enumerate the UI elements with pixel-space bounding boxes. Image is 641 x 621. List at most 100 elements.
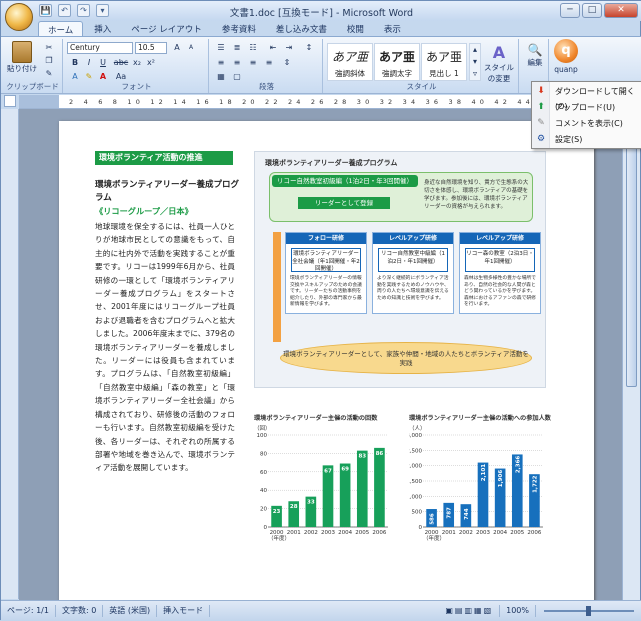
change-styles-button[interactable]: A スタイルの変更 (483, 43, 515, 84)
y-tick-label: 2,500 (409, 448, 422, 454)
tab-selector-icon[interactable] (4, 95, 16, 107)
italic-button[interactable]: I (83, 57, 95, 68)
vertical-scroll-thumb[interactable] (626, 117, 637, 387)
subscript-button[interactable]: x₂ (131, 57, 143, 68)
zoom-level[interactable]: 100% (500, 605, 536, 617)
align-center-icon[interactable]: ≡ (231, 57, 243, 68)
style-emphasis-italic[interactable]: あア亜 強調斜体 (327, 43, 373, 81)
close-button[interactable]: ✕ (604, 3, 638, 18)
diagram-title: 環境ボランティアリーダー養成プログラム (265, 159, 398, 167)
bar-value-label: 67 (324, 468, 332, 474)
align-right-icon[interactable]: ≡ (247, 57, 259, 68)
window-title: 文書1.doc [互換モード] - Microsoft Word (229, 8, 414, 19)
copy-icon[interactable]: ❐ (43, 55, 55, 66)
diagram-top-box: リコー自然教室初級編（1泊2日・年3回開催） リーダーとして登録 身近な自然環境… (269, 172, 533, 222)
edit-label: 編集 (527, 58, 543, 67)
program-diagram: 環境ボランティアリーダー養成プログラム リコー自然教室初級編（1泊2日・年3回開… (254, 151, 546, 388)
bullets-icon[interactable]: ☰ (215, 42, 227, 53)
bar-value-label: 744 (464, 508, 470, 520)
tab-references[interactable]: 参考資料 (213, 21, 265, 36)
status-language[interactable]: 英語 (米国) (103, 605, 158, 617)
strikethrough-button[interactable]: abc (113, 57, 129, 68)
menu-item-label: アップロード(U) (555, 103, 616, 112)
bar-value-label: 787 (447, 507, 453, 519)
multilevel-list-icon[interactable]: ☷ (247, 42, 259, 53)
edit-button[interactable]: 🔍 編集 (523, 43, 547, 68)
menu-item-label: 設定(S) (555, 135, 583, 144)
view-buttons[interactable]: ▣▤▥▦▧ (439, 605, 501, 617)
chart-activity-count: 環境ボランティアリーダー主催の活動の回数 （回） 100 80 60 40 20 0 23 2… (254, 413, 394, 548)
shrink-font-icon[interactable]: A (185, 42, 197, 53)
style-heading-1[interactable]: あア亜 見出し 1 (421, 43, 467, 81)
tab-insert[interactable]: 挿入 (85, 21, 120, 36)
align-left-icon[interactable]: ≡ (215, 57, 227, 68)
word-window: 💾 ↶ ↷ ▾ 文書1.doc [互換モード] - Microsoft Word… (0, 0, 641, 621)
style-name: 強調太字 (382, 69, 412, 78)
cut-icon[interactable]: ✂ (43, 42, 55, 53)
maximize-button[interactable]: □ (582, 3, 602, 18)
settings-icon: ⚙ (536, 134, 546, 144)
document-area[interactable]: 環境ボランティア活動の推進 環境ボランティアリーダー養成プログラム 《リコーグル… (19, 109, 624, 600)
menu-item-download-open[interactable]: ⬇ ダウンロードして開く(O) (532, 84, 641, 112)
paste-button[interactable]: 貼り付け (7, 41, 37, 74)
comment-icon: ✎ (537, 118, 545, 128)
underline-button[interactable]: U (97, 57, 109, 68)
format-painter-icon[interactable]: ✎ (43, 68, 55, 79)
diagram-column-text: 森林は生物多様性の豊かな場所であり、自然の社会的な人間が森とどう関わっているかを… (464, 276, 536, 307)
x-tick-label: 2005 (510, 530, 524, 536)
font-name-combo[interactable]: Century (67, 42, 133, 54)
status-mode[interactable]: 挿入モード (157, 605, 211, 617)
status-words[interactable]: 文字数: 0 (56, 605, 104, 617)
diagram-column-text: 環境ボランティアリーダーの情報交換やスキルアップのための会議です。リーダーたちの… (290, 276, 362, 307)
x-tick-label: 2002 (459, 530, 473, 536)
sort-icon[interactable]: ↕ (303, 42, 315, 53)
bar (339, 463, 351, 527)
quanp-dropdown-menu: ⬇ ダウンロードして開く(O) ⬆ アップロード(U) ✎ コメントを表示(C)… (531, 81, 641, 149)
bar (374, 447, 385, 527)
y-tick-label: 100 (257, 433, 268, 439)
tab-mailings[interactable]: 差し込み文書 (267, 21, 336, 36)
decrease-indent-icon[interactable]: ⇤ (267, 42, 279, 53)
status-page[interactable]: ページ: 1/1 (1, 605, 56, 617)
diagram-oval: 環境ボランティアリーダーとして、家族や仲間・地域の人たちとボランティア活動を実践 (280, 342, 532, 374)
vertical-ruler[interactable] (1, 109, 19, 599)
tab-review[interactable]: 校閲 (338, 21, 373, 36)
chart-title: 環境ボランティアリーダー主催の活動への参加人数 (409, 415, 551, 422)
tab-page-layout[interactable]: ページ レイアウト (122, 21, 211, 36)
style-emphasis-bold[interactable]: あア亜 強調太字 (374, 43, 420, 81)
menu-item-show-comments[interactable]: ✎ コメントを表示(C) (532, 116, 641, 131)
y-tick-label: 3,000 (409, 433, 422, 439)
vertical-scrollbar[interactable] (622, 95, 640, 600)
office-button[interactable] (5, 3, 33, 31)
tab-home[interactable]: ホーム (38, 21, 84, 36)
bold-button[interactable]: B (69, 57, 81, 68)
font-size-combo[interactable]: 10.5 (135, 42, 167, 54)
bar (356, 450, 368, 527)
style-scroll-icon[interactable]: ▴ ▾ ▿ (469, 43, 481, 81)
line-spacing-icon[interactable]: ⇕ (281, 57, 293, 68)
minimize-button[interactable]: ─ (560, 3, 580, 18)
superscript-button[interactable]: x² (145, 57, 157, 68)
increase-indent-icon[interactable]: ⇥ (283, 42, 295, 53)
numbering-icon[interactable]: ≣ (231, 42, 243, 53)
change-styles-icon: A (492, 43, 506, 62)
bar-value-label: 1,722 (532, 475, 538, 493)
styles-group: あア亜 強調斜体 あア亜 強調太字 あア亜 見出し 1 ▴ ▾ ▿ A スタイルの変… (325, 39, 519, 93)
clipboard-label: クリップボード (6, 82, 59, 91)
justify-icon[interactable]: ≡ (263, 57, 275, 68)
bar-value-label: 1,906 (498, 470, 504, 488)
paragraph-group-label: 段落 (259, 82, 274, 91)
grow-font-icon[interactable]: A (171, 42, 183, 53)
tab-view[interactable]: 表示 (375, 21, 410, 36)
zoom-slider-thumb[interactable] (586, 606, 591, 616)
upload-icon: ⬆ (537, 102, 545, 112)
title-bar: 💾 ↶ ↷ ▾ 文書1.doc [互換モード] - Microsoft Word… (1, 1, 641, 21)
quanp-logo-icon: q (554, 39, 578, 63)
quanp-button[interactable]: q quanp (552, 37, 580, 81)
style-sample: あア亜 (331, 50, 368, 64)
document-page[interactable]: 環境ボランティア活動の推進 環境ボランティアリーダー養成プログラム 《リコーグル… (59, 121, 594, 600)
menu-item-upload[interactable]: ⬆ アップロード(U) (532, 100, 641, 115)
zoom-slider[interactable] (544, 606, 634, 616)
menu-item-settings[interactable]: ⚙ 設定(S) (532, 132, 641, 147)
y-tick-label: 20 (260, 507, 267, 513)
